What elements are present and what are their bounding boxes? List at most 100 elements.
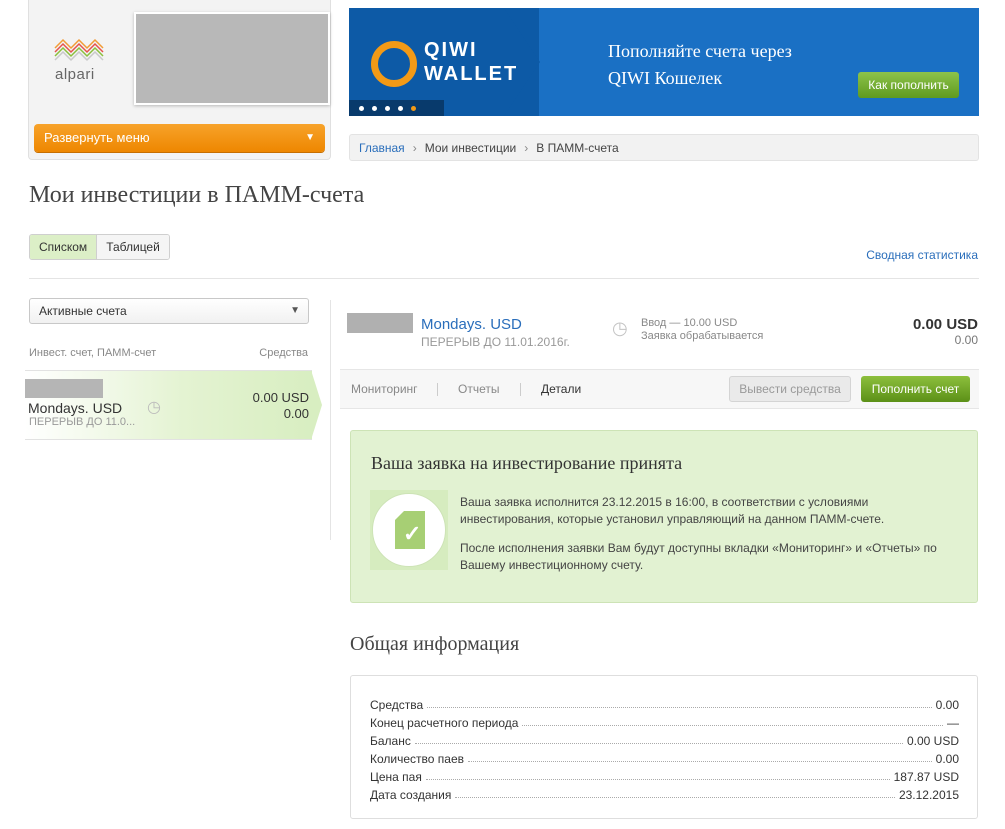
breadcrumb-home[interactable]: Главная (359, 141, 405, 155)
expand-menu-button[interactable]: Развернуть меню ▼ (34, 124, 325, 152)
summary-stats-link[interactable]: Сводная статистика (866, 248, 978, 262)
chevron-right-icon: › (412, 141, 417, 155)
breadcrumb-current: В ПАММ-счета (536, 141, 619, 155)
pager-dot[interactable] (359, 106, 364, 112)
topup-button[interactable]: Пополнить счет (861, 376, 970, 402)
qiwi-logo-icon (371, 41, 417, 87)
info-row-unit-price: Цена пая 187.87 USD (370, 766, 959, 784)
account-name-link[interactable]: Mondays. USD (421, 316, 522, 333)
banner-title-line2: QIWI Кошелек (608, 68, 723, 88)
list-item[interactable]: Mondays. USD ПЕРЕРЫВ ДО 11.0... ◷ 0.00 U… (25, 370, 312, 440)
list-item-amount: 0.00 USD 0.00 (253, 390, 309, 422)
document-fold (395, 511, 404, 520)
pager-dot-active[interactable] (411, 106, 416, 112)
tab-divider (437, 383, 438, 396)
list-header-account: Инвест. счет, ПАММ-счет (29, 347, 157, 359)
info-value: 0.00 (935, 752, 959, 766)
check-icon: ✓ (403, 521, 422, 546)
info-label: Дата создания (370, 788, 452, 802)
pager-dot[interactable] (372, 106, 377, 112)
banner-title: Пополняйте счета через QIWI Кошелек (608, 38, 792, 92)
dotted-leader (522, 725, 943, 726)
pending-request-status: Ввод — 10.00 USD Заявка обрабатывается (641, 317, 763, 343)
list-item-amount-usd: 0.00 USD (252, 390, 309, 405)
notice-text: Ваша заявка исполнится 23.12.2015 в 16:0… (460, 494, 960, 574)
notice-icon-box: ✓ (370, 490, 448, 570)
account-balance: 0.00 USD 0.00 (913, 316, 978, 347)
info-row-funds: Средства 0.00 (370, 694, 959, 712)
dotted-leader (455, 797, 895, 798)
tab-monitoring[interactable]: Мониторинг (351, 370, 418, 408)
clock-icon: ◷ (612, 318, 628, 338)
notice-paragraph-1: Ваша заявка исполнится 23.12.2015 в 16:0… (460, 495, 885, 526)
notice-title: Ваша заявка на инвестирование принята (371, 453, 683, 473)
column-divider (330, 300, 331, 540)
pager-dot[interactable] (398, 106, 403, 112)
qiwi-brand-line1: QIWI (424, 39, 478, 61)
banner-title-line1: Пополняйте счета через (608, 41, 792, 61)
expand-menu-label: Развернуть меню (44, 130, 150, 145)
info-value: 187.87 USD (893, 770, 959, 784)
document-check-icon: ✓ (395, 511, 425, 549)
info-label: Цена пая (370, 770, 422, 784)
account-balance-secondary: 0.00 (954, 333, 978, 347)
pending-request-amount: Ввод — 10.00 USD (641, 317, 738, 329)
info-value: 23.12.2015 (898, 788, 959, 802)
divider (29, 278, 979, 279)
account-balance-usd: 0.00 USD (912, 316, 978, 333)
dotted-leader (427, 707, 932, 708)
clock-icon: ◷ (147, 399, 161, 416)
account-tab-bar: Мониторинг Отчеты Детали Вывести средств… (340, 369, 979, 409)
page-title: Мои инвестиции в ПАММ-счета (29, 182, 365, 208)
qiwi-brand-line2: WALLET (424, 63, 519, 85)
info-label: Конец расчетного периода (370, 716, 519, 730)
notice-circle: ✓ (372, 493, 446, 567)
account-status-text: ПЕРЕРЫВ ДО 11.01.2016г. (421, 335, 570, 349)
info-row-balance: Баланс 0.00 USD (370, 730, 959, 748)
info-row-created: Дата создания 23.12.2015 (370, 784, 959, 802)
list-header-funds: Средства (259, 347, 308, 359)
general-info-box: Средства 0.00 Конец расчетного периода — Б… (350, 675, 978, 819)
list-item-name: Mondays. USD (28, 400, 123, 416)
list-header: Инвест. счет, ПАММ-счет Средства (29, 347, 308, 359)
account-filter-value: Активные счета (39, 304, 127, 318)
general-info-title: Общая информация (350, 633, 520, 655)
account-filter-select[interactable]: Активные счета ▼ (29, 298, 309, 324)
account-number-placeholder (25, 379, 103, 398)
how-to-topup-button[interactable]: Как пополнить (858, 72, 959, 98)
info-row-period-end: Конец расчетного периода — (370, 712, 959, 730)
dotted-leader (425, 779, 890, 780)
breadcrumb-investments: Мои инвестиции (424, 141, 517, 155)
tab-divider (520, 383, 521, 396)
dotted-leader (414, 743, 903, 744)
profile-image-placeholder (134, 12, 330, 105)
chevron-right-icon: › (524, 141, 529, 155)
chevron-down-icon: ▼ (290, 305, 300, 316)
tab-reports[interactable]: Отчеты (458, 370, 499, 408)
tab-details[interactable]: Детали (541, 370, 581, 408)
info-value: 0.00 (935, 698, 959, 712)
investment-accepted-notice: Ваша заявка на инвестирование принята ✓ … (350, 430, 978, 603)
selected-item-pointer (311, 370, 322, 440)
banner-pager[interactable] (349, 100, 444, 116)
general-info-rows: Средства 0.00 Конец расчетного периода — Б… (370, 694, 959, 802)
view-list-button[interactable]: Списком (30, 235, 98, 259)
info-label: Баланс (370, 734, 411, 748)
pager-dot[interactable] (385, 106, 390, 112)
info-value: 0.00 USD (906, 734, 959, 748)
qiwi-banner[interactable]: QIWI WALLET Пополняйте счета через QIWI … (349, 8, 979, 116)
dotted-leader (468, 761, 932, 762)
header-logo-panel: alpari Развернуть меню ▼ (28, 0, 331, 160)
info-row-units: Количество паев 0.00 (370, 748, 959, 766)
list-item-status: ПЕРЕРЫВ ДО 11.0... (29, 416, 136, 428)
alpari-logo-icon (54, 38, 104, 62)
breadcrumb: Главная › Мои инвестиции › В ПАММ-счета (349, 134, 979, 161)
qiwi-brand-text: QIWI WALLET (424, 38, 518, 86)
info-value: — (947, 716, 959, 730)
view-toggle: Списком Таблицей (29, 234, 170, 260)
chevron-down-icon: ▼ (305, 132, 315, 143)
view-table-button[interactable]: Таблицей (97, 235, 169, 259)
notice-paragraph-2: После исполнения заявки Вам будут доступ… (460, 541, 937, 572)
logo-text: alpari (55, 66, 95, 83)
withdraw-button[interactable]: Вывести средства (729, 376, 851, 402)
